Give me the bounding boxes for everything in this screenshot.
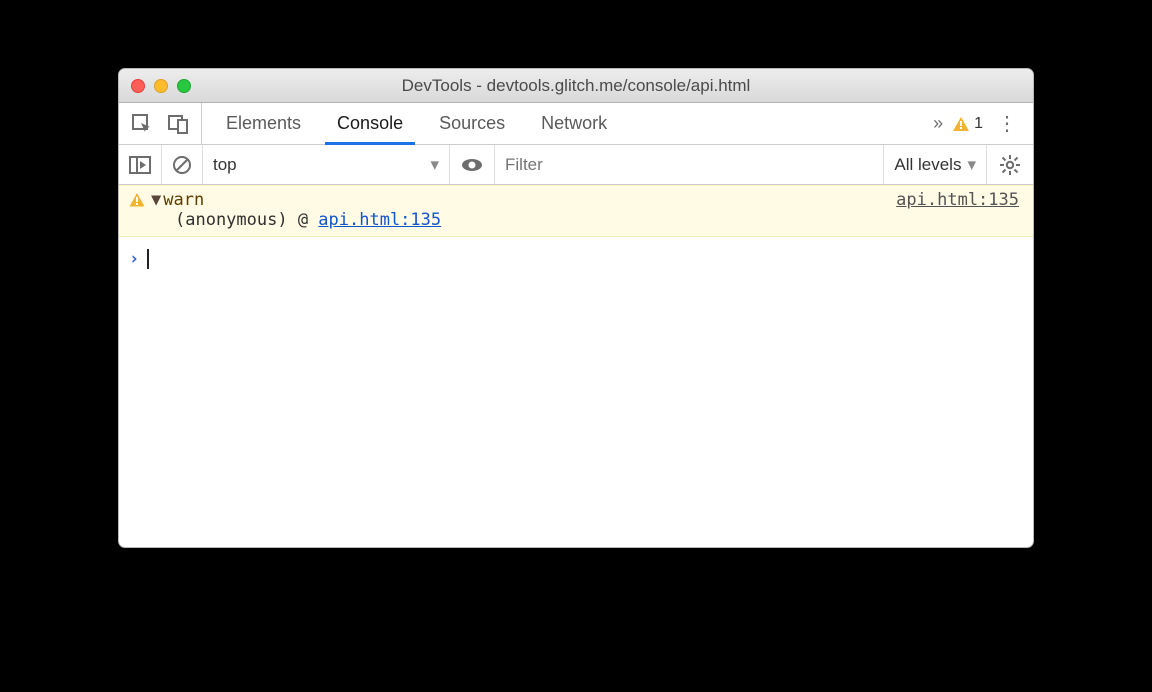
warning-triangle-icon xyxy=(952,115,970,133)
text-cursor xyxy=(147,249,149,269)
tabrow-tools xyxy=(119,103,202,144)
console-sidebar-toggle[interactable] xyxy=(119,145,162,184)
tab-network[interactable]: Network xyxy=(523,103,625,144)
window-title: DevTools - devtools.glitch.me/console/ap… xyxy=(119,76,1033,96)
warning-label: warn xyxy=(163,190,204,210)
console-message-warning: ▼ warn api.html:135 (anonymous) @ api.ht… xyxy=(119,185,1033,237)
traffic-lights xyxy=(131,79,191,93)
trace-prefix: (anonymous) @ xyxy=(175,210,318,230)
console-prompt[interactable]: › xyxy=(119,237,1033,281)
source-link[interactable]: api.html:135 xyxy=(896,190,1019,210)
clear-console-button[interactable] xyxy=(162,145,203,184)
tab-sources[interactable]: Sources xyxy=(421,103,523,144)
execution-context-select[interactable]: top ▾ xyxy=(213,155,439,175)
trace-source-link[interactable]: api.html:135 xyxy=(318,210,441,230)
zoom-window-button[interactable] xyxy=(177,79,191,93)
warning-count: 1 xyxy=(974,115,983,133)
close-window-button[interactable] xyxy=(131,79,145,93)
main-tab-row: Elements Console Sources Network » 1 ⋮ xyxy=(119,103,1033,145)
log-levels-select[interactable]: All levels ▾ xyxy=(884,145,987,184)
panel-tabs: Elements Console Sources Network xyxy=(202,103,919,144)
warning-triangle-icon xyxy=(129,192,145,208)
more-tabs-icon[interactable]: » xyxy=(933,113,940,134)
issues-badge[interactable]: 1 xyxy=(952,115,983,133)
inspect-element-icon[interactable] xyxy=(131,113,153,135)
disclosure-triangle-icon[interactable]: ▼ xyxy=(151,190,161,210)
filter-input[interactable] xyxy=(505,155,665,175)
stack-trace-line: (anonymous) @ api.html:135 xyxy=(129,210,1019,230)
prompt-caret-icon: › xyxy=(129,249,139,269)
menu-kebab-icon[interactable]: ⋮ xyxy=(995,111,1019,136)
device-toolbar-icon[interactable] xyxy=(167,113,189,135)
context-label: top xyxy=(213,155,237,175)
tab-console[interactable]: Console xyxy=(319,103,421,144)
console-toolbar: top ▾ All levels ▾ xyxy=(119,145,1033,185)
levels-label: All levels xyxy=(894,155,961,175)
live-expression-button[interactable] xyxy=(450,145,495,184)
dropdown-triangle-icon: ▾ xyxy=(967,155,976,175)
minimize-window-button[interactable] xyxy=(154,79,168,93)
tab-elements[interactable]: Elements xyxy=(208,103,319,144)
devtools-window: DevTools - devtools.glitch.me/console/ap… xyxy=(118,68,1034,548)
console-settings-icon[interactable] xyxy=(987,154,1033,176)
tabrow-right: » 1 ⋮ xyxy=(919,103,1033,144)
titlebar: DevTools - devtools.glitch.me/console/ap… xyxy=(119,69,1033,103)
console-output: ▼ warn api.html:135 (anonymous) @ api.ht… xyxy=(119,185,1033,547)
dropdown-triangle-icon: ▾ xyxy=(430,155,439,175)
